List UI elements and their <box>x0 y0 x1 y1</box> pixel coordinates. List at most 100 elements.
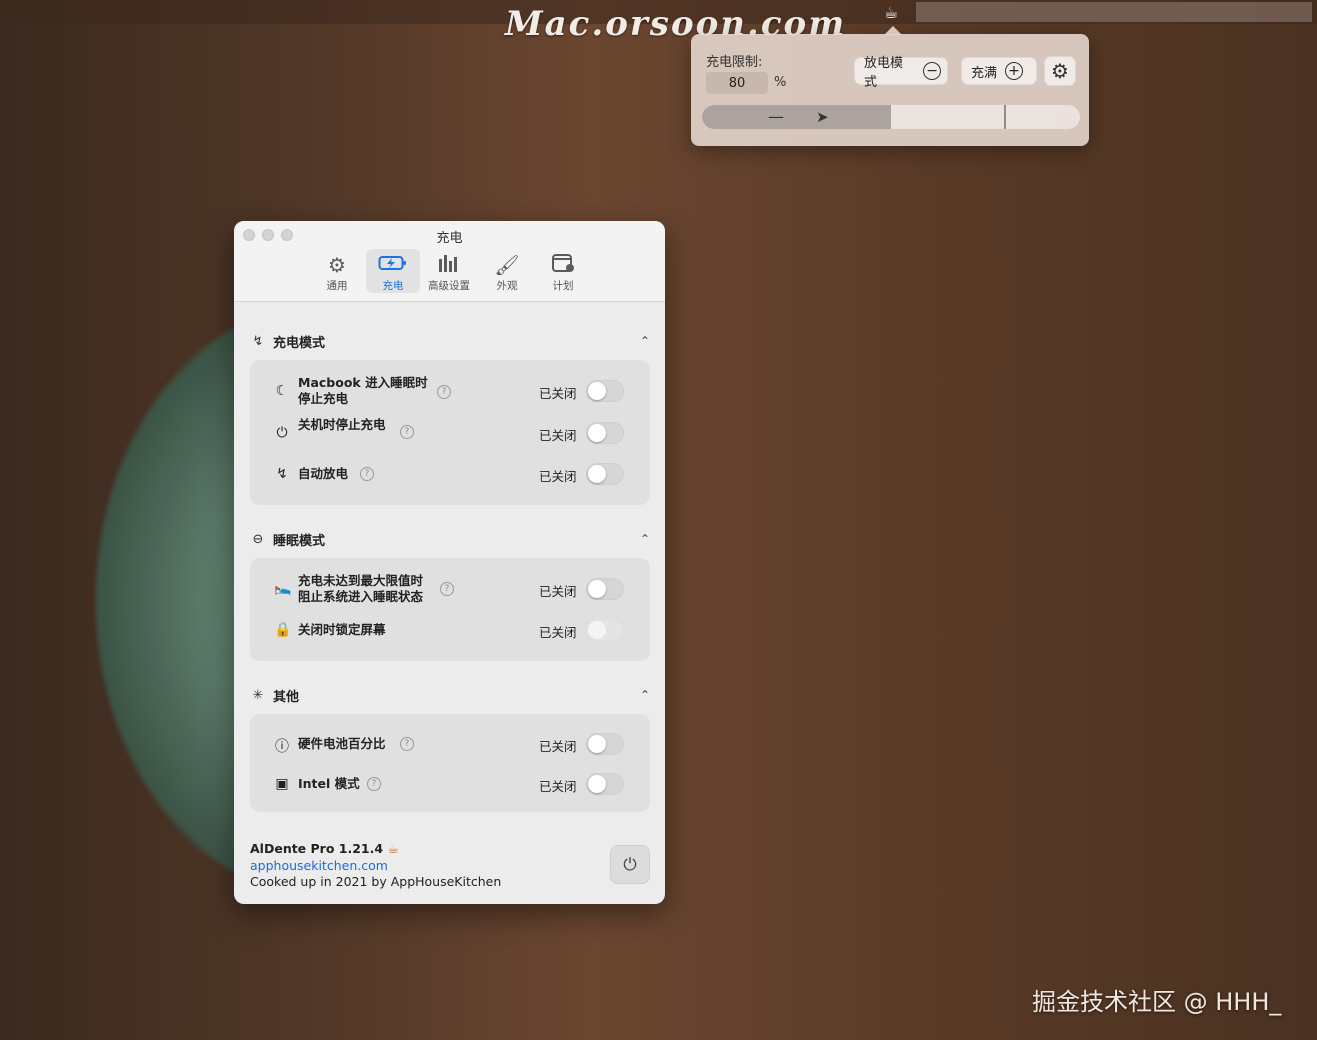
top-up-label: 充满 <box>971 65 998 81</box>
help-icon[interactable]: ? <box>360 467 374 481</box>
lock-icon: 🔒 <box>274 622 292 638</box>
section-title: 睡眠模式 <box>273 533 326 549</box>
gear-icon: ⚙ <box>328 253 346 277</box>
percent-sign: % <box>774 75 787 90</box>
battery-charging-icon <box>378 253 408 277</box>
app-version: AlDente Pro 1.21.4 ☕ <box>250 841 399 856</box>
setting-label: 硬件电池百分比 <box>298 736 386 751</box>
prevent-sleep-toggle[interactable] <box>586 578 624 600</box>
power-icon: ⏻ <box>623 854 637 875</box>
discharge-icon: ↯ <box>276 466 288 482</box>
brush-icon: 🖌 <box>494 253 520 277</box>
top-up-button[interactable]: 充满 + <box>961 57 1037 85</box>
state-label: 已关闭 <box>539 469 577 484</box>
help-icon[interactable]: ? <box>367 777 381 791</box>
menu-bar-status-area <box>916 2 1312 22</box>
watermark-bottom: 掘金技术社区 @ HHH_ <box>1032 988 1282 1016</box>
state-label: 已关闭 <box>539 584 577 599</box>
help-icon[interactable]: ? <box>440 582 454 596</box>
section-charging-mode-header[interactable]: ↯ 充电模式 ⌃ <box>250 331 650 351</box>
discharge-mode-label: 放电模式 <box>864 56 904 90</box>
state-label: 已关闭 <box>539 428 577 443</box>
sparkle-icon: ✳ <box>252 687 264 703</box>
tab-label: 通用 <box>326 280 348 292</box>
sleep-stop-charging-row: ☾ Macbook 进入睡眠时 停止充电 ? 已关闭 <box>250 371 650 411</box>
shutdown-stop-charging-toggle[interactable] <box>586 422 624 444</box>
section-other-header[interactable]: ✳ 其他 ⌃ <box>250 685 650 705</box>
prevent-sleep-row: 🛌 充电未达到最大限值时 阻止系统进入睡眠状态 ? 已关闭 <box>250 569 650 609</box>
website-link[interactable]: apphousekitchen.com <box>250 858 388 873</box>
tab-appearance[interactable]: 🖌 外观 <box>480 249 534 293</box>
calendar-icon <box>551 253 575 277</box>
bar-chart-icon <box>437 253 461 277</box>
state-label: 已关闭 <box>539 779 577 794</box>
state-label: 已关闭 <box>539 386 577 401</box>
moon-icon: ☾ <box>275 383 289 399</box>
quit-button[interactable]: ⏻ <box>610 845 650 884</box>
sleep-circle-icon: ⊖ <box>252 531 264 547</box>
charge-limit-label: 充电限制: <box>706 55 763 70</box>
intel-mode-toggle[interactable] <box>586 773 624 795</box>
section-title: 充电模式 <box>273 335 326 351</box>
charge-limit-popover: 充电限制: % 放电模式 − 充满 + ⚙ — ➤ <box>691 26 1089 146</box>
tab-label: 充电 <box>382 280 404 292</box>
settings-button[interactable]: ⚙ <box>1044 56 1076 86</box>
setting-label: 充电未达到最大限值时 阻止系统进入睡眠状态 <box>298 573 424 604</box>
plus-circle-icon: + <box>1005 62 1024 80</box>
help-icon[interactable]: ? <box>400 425 414 439</box>
intel-mode-row: ▣ Intel 模式 ? 已关闭 <box>250 764 650 804</box>
chevron-up-icon[interactable]: ⌃ <box>640 334 650 348</box>
credit-text: Cooked up in 2021 by AppHouseKitchen <box>250 874 502 889</box>
bolt-icon: ➤ <box>816 108 829 126</box>
slider-limit-handle[interactable] <box>1004 105 1007 129</box>
gear-icon: ⚙ <box>1051 59 1069 83</box>
bed-icon: 🛌 <box>274 580 292 596</box>
section-sleep-mode-header[interactable]: ⊖ 睡眠模式 ⌃ <box>250 529 650 549</box>
auto-discharge-row: ↯ 自动放电 ? 已关闭 <box>250 454 650 494</box>
chevron-up-icon[interactable]: ⌃ <box>640 688 650 702</box>
section-title: 其他 <box>273 689 300 705</box>
info-circle-icon: ⓘ <box>275 739 289 755</box>
state-label: 已关闭 <box>539 739 577 754</box>
power-icon: ⏻ <box>276 425 288 441</box>
tab-label: 高级设置 <box>428 280 470 292</box>
bolt-circle-icon: ↯ <box>252 333 264 349</box>
tab-label: 外观 <box>496 280 518 292</box>
aldente-cup-icon: ☕ <box>387 841 399 856</box>
tab-general[interactable]: ⚙ 通用 <box>310 249 364 293</box>
sleep-stop-charging-toggle[interactable] <box>586 380 624 402</box>
tab-charging[interactable]: 充电 <box>366 249 420 293</box>
title-bar: 充电 ⚙ 通用 充电 高级设置 🖌 外观 计划 <box>234 221 665 302</box>
shutdown-stop-charging-row: ⏻ 关机时停止充电 ? 已关闭 <box>250 413 650 453</box>
setting-label: 关闭时锁定屏幕 <box>298 622 386 637</box>
lock-screen-row: 🔒 关闭时锁定屏幕 已关闭 <box>250 610 650 650</box>
aldente-window: 充电 ⚙ 通用 充电 高级设置 🖌 外观 计划 ↯ 充电模式 ⌃ ☾ Macbo… <box>234 221 665 904</box>
discharge-mode-button[interactable]: 放电模式 − <box>854 56 948 90</box>
help-icon[interactable]: ? <box>400 737 414 751</box>
minus-circle-icon: − <box>923 62 941 80</box>
slider-fill <box>702 105 891 129</box>
charge-limit-input[interactable] <box>706 72 768 94</box>
cpu-icon: ▣ <box>275 776 289 792</box>
auto-discharge-toggle[interactable] <box>586 463 624 485</box>
aldente-cup-icon[interactable]: ☕ <box>880 3 902 23</box>
hardware-battery-percent-row: ⓘ 硬件电池百分比 ? 已关闭 <box>250 724 650 764</box>
state-label: 已关闭 <box>539 625 577 640</box>
setting-label: 自动放电 <box>298 466 349 481</box>
sleep-mode-card: 🛌 充电未达到最大限值时 阻止系统进入睡眠状态 ? 已关闭 🔒 关闭时锁定屏幕 … <box>250 558 650 661</box>
lock-screen-toggle[interactable] <box>586 619 624 641</box>
help-icon[interactable]: ? <box>437 385 451 399</box>
tab-schedule[interactable]: 计划 <box>536 249 590 293</box>
chevron-up-icon[interactable]: ⌃ <box>640 532 650 546</box>
window-title: 充电 <box>436 231 463 246</box>
charge-limit-slider[interactable]: — ➤ <box>702 105 1080 129</box>
setting-label: Macbook 进入睡眠时 停止充电 <box>298 375 428 406</box>
tab-label: 计划 <box>552 280 574 292</box>
setting-label: Intel 模式 <box>298 776 360 791</box>
minus-icon: — <box>768 107 784 126</box>
tab-advanced[interactable]: 高级设置 <box>422 249 476 293</box>
other-card: ⓘ 硬件电池百分比 ? 已关闭 ▣ Intel 模式 ? 已关闭 <box>250 714 650 812</box>
setting-label: 关机时停止充电 <box>298 417 386 432</box>
charging-mode-card: ☾ Macbook 进入睡眠时 停止充电 ? 已关闭 ⏻ 关机时停止充电 ? 已… <box>250 360 650 505</box>
hardware-battery-percent-toggle[interactable] <box>586 733 624 755</box>
